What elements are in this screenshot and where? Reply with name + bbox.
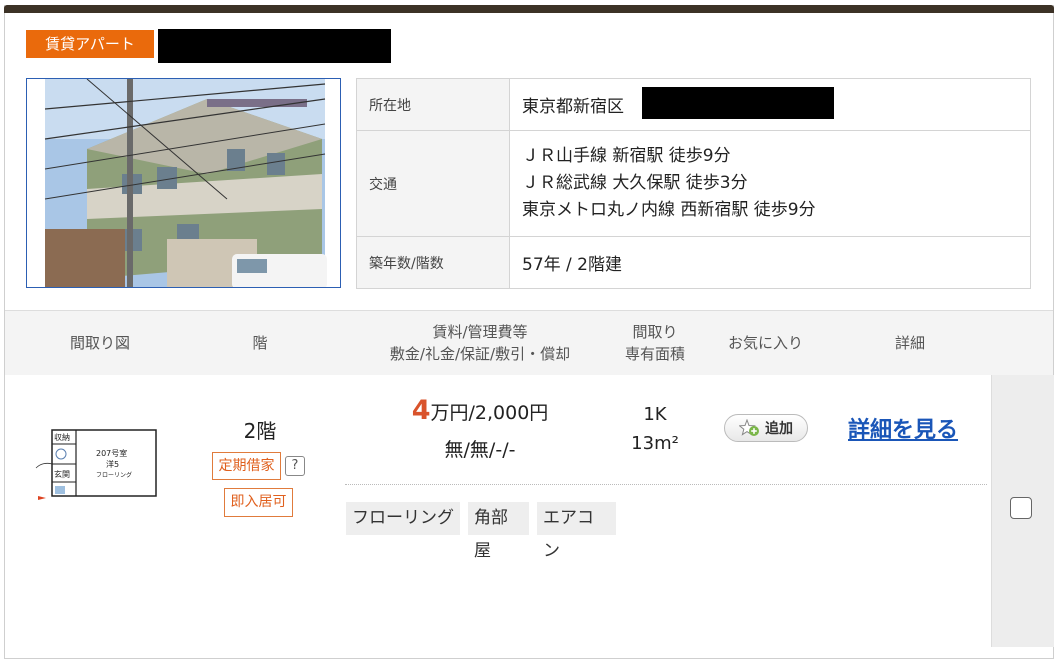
feature-tag-air-conditioner: エアコン <box>537 502 616 561</box>
add-favorite-label: 追加 <box>765 421 793 437</box>
header-favorite: お気に入り <box>727 334 803 352</box>
info-row-transit: 交通 ＪＲ山手線 新宿駅 徒歩9分 ＪＲ総武線 大久保駅 徒歩3分 東京メトロ丸… <box>356 130 1031 237</box>
room-layout: 1K 13m² <box>620 400 690 458</box>
view-details-link[interactable]: 詳細を見る <box>848 412 958 444</box>
header-rent-line2: 敷金/礼金/保証/敷引・償却 <box>389 345 571 363</box>
floorplan-flooring-label: フローリング <box>96 471 132 479</box>
add-favorite-button[interactable]: 追加 <box>724 414 808 442</box>
age-value: 57年 / 2階建 <box>509 236 1031 289</box>
age-label: 築年数/階数 <box>356 236 510 289</box>
transit-line-1: ＪＲ山手線 新宿駅 徒歩9分 <box>522 146 731 166</box>
header-detail: 詳細 <box>894 334 925 352</box>
floorplan-thumbnail[interactable]: 収納 玄関 207号室 洋5 フローリング <box>34 424 164 506</box>
header-rent: 賃料/管理費等 敷金/礼金/保証/敷引・償却 <box>360 311 600 375</box>
property-type-badge: 賃貸アパート <box>26 30 154 58</box>
feature-tag-flooring: フローリング <box>346 502 460 535</box>
room-area: 13m² <box>631 433 679 454</box>
feature-tag-corner-room: 角部屋 <box>468 502 529 561</box>
star-plus-icon <box>739 419 759 436</box>
help-button[interactable]: ? <box>285 456 305 476</box>
room-deposit: 無/無/-/- <box>444 439 516 461</box>
building-photo[interactable] <box>26 78 341 288</box>
room-layout-type: 1K <box>643 404 667 425</box>
room-rent: 4万円/2,000円 <box>370 395 590 426</box>
rent-amount-big: 4 <box>411 395 431 426</box>
room-select-checkbox[interactable] <box>1010 497 1032 519</box>
header-layout: 間取り 専有面積 <box>610 311 700 375</box>
transit-value: ＪＲ山手線 新宿駅 徒歩9分 ＪＲ総武線 大久保駅 徒歩3分 東京メトロ丸ノ内線… <box>509 130 1031 237</box>
row-divider <box>345 484 987 485</box>
room-floor: 2階 <box>243 419 277 443</box>
floorplan-roomtype-label: 洋5 <box>106 459 119 469</box>
floorplan-drawing: 収納 玄関 207号室 洋5 フローリング <box>35 429 157 500</box>
address-text: 東京都新宿区 <box>522 97 624 117</box>
redacted-address <box>642 87 834 119</box>
header-layout-line2: 専有面積 <box>624 345 685 363</box>
rent-amount-rest: 万円/2,000円 <box>430 402 549 424</box>
transit-line-3: 東京メトロ丸ノ内線 西新宿駅 徒歩9分 <box>522 200 816 220</box>
tag-immediate-move-in: 即入居可 <box>224 488 293 517</box>
info-row-age: 築年数/階数 57年 / 2階建 <box>356 236 1031 289</box>
header-floorplan: 間取り図 <box>69 334 130 352</box>
floorplan-storage-label: 収納 <box>54 432 70 442</box>
building-illustration <box>27 79 340 287</box>
header-floor: 階 <box>252 334 268 352</box>
floorplan-room-label: 207号室 <box>96 448 127 458</box>
redacted-building-name <box>158 29 391 63</box>
room-table-header: 間取り図 階 賃料/管理費等 敷金/礼金/保証/敷引・償却 間取り 専有面積 お… <box>5 310 1053 376</box>
card-top-bar <box>4 5 1054 13</box>
transit-line-2: ＪＲ総武線 大久保駅 徒歩3分 <box>522 173 748 193</box>
header-layout-line1: 間取り <box>632 323 678 341</box>
transit-label: 交通 <box>356 130 510 237</box>
floorplan-entrance-label: 玄関 <box>54 469 70 479</box>
header-rent-line1: 賃料/管理費等 <box>432 323 528 341</box>
tag-fixed-term-lease: 定期借家 <box>212 452 281 480</box>
address-label: 所在地 <box>356 78 510 131</box>
